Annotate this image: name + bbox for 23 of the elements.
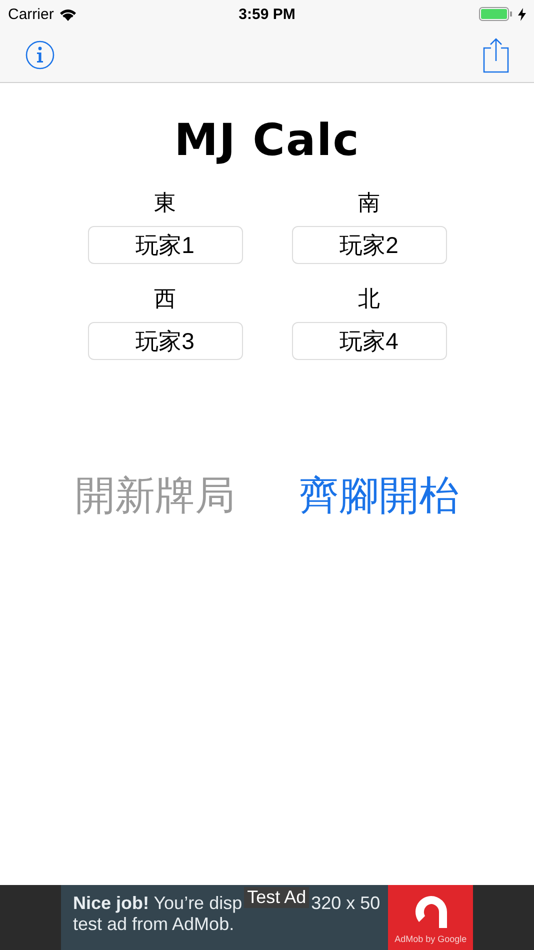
wind-label: 西: [154, 285, 176, 313]
wind-label: 北: [358, 285, 380, 313]
charging-icon: [518, 8, 526, 20]
start-game-button[interactable]: 齊腳開枱: [299, 468, 459, 523]
ad-banner[interactable]: Nice job! You’re disp Test Ad 320 x 50 test ad from AdMob. AdMob by Google: [61, 885, 473, 950]
battery-icon: [479, 7, 513, 21]
logo-caption: AdMob by Google: [394, 934, 467, 944]
ad-text: test ad from AdMob.: [73, 914, 236, 935]
player-name-field[interactable]: 玩家3: [88, 322, 242, 360]
player-name-field[interactable]: 玩家2: [292, 226, 446, 264]
ad-text: 320 x 50: [311, 893, 380, 914]
test-ad-badge: Test Ad: [244, 887, 310, 908]
info-button[interactable]: [25, 40, 55, 70]
player-name-field[interactable]: 玩家4: [292, 322, 446, 360]
wifi-icon: [58, 8, 77, 20]
carrier-name: Carrier: [8, 6, 54, 22]
wind-label: 南: [358, 189, 380, 217]
app-title: MJ Calc: [174, 115, 360, 166]
clock-time: 3:59 PM: [238, 6, 296, 22]
share-button[interactable]: [482, 37, 510, 73]
wind-label: 東: [154, 189, 176, 217]
ad-text: Nice job! You’re disp: [73, 893, 242, 914]
player-name-field[interactable]: 玩家1: [88, 226, 242, 264]
